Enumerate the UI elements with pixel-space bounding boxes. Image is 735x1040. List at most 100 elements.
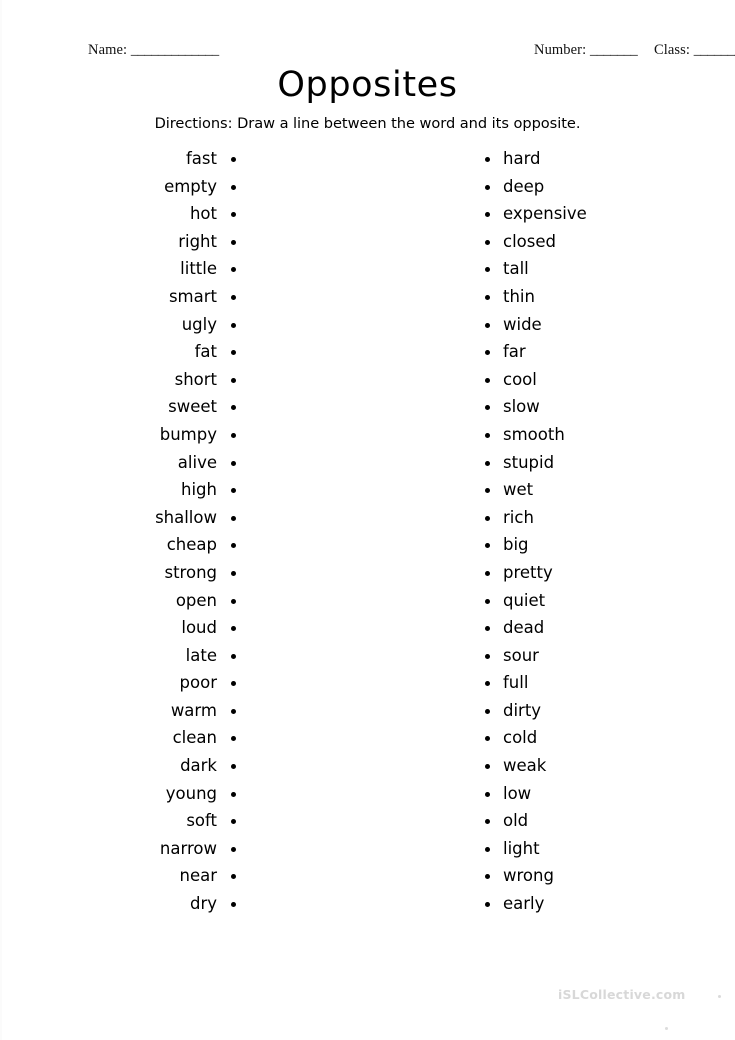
left-connector-dot-icon[interactable] bbox=[231, 846, 236, 852]
right-word[interactable]: light bbox=[503, 838, 703, 860]
right-word[interactable]: deep bbox=[503, 176, 703, 198]
right-word[interactable]: stupid bbox=[503, 452, 703, 474]
left-word[interactable]: young bbox=[60, 783, 217, 805]
left-connector-dot-icon[interactable] bbox=[231, 736, 236, 742]
right-word[interactable]: cool bbox=[503, 369, 703, 391]
left-word[interactable]: little bbox=[60, 258, 217, 280]
right-word[interactable]: full bbox=[503, 672, 703, 694]
left-word[interactable]: fat bbox=[60, 341, 217, 363]
left-connector-dot-icon[interactable] bbox=[231, 902, 236, 908]
left-connector-dot-icon[interactable] bbox=[231, 708, 236, 714]
right-connector-dot-icon[interactable] bbox=[485, 543, 490, 549]
right-word[interactable]: cold bbox=[503, 727, 703, 749]
left-word[interactable]: right bbox=[60, 231, 217, 253]
left-word[interactable]: high bbox=[60, 479, 217, 501]
left-connector-dot-icon[interactable] bbox=[231, 432, 236, 438]
right-word[interactable]: early bbox=[503, 893, 703, 915]
right-connector-dot-icon[interactable] bbox=[485, 460, 490, 466]
left-connector-dot-icon[interactable] bbox=[231, 184, 236, 190]
name-blank-line[interactable]: _____________ bbox=[131, 42, 219, 59]
left-word[interactable]: sweet bbox=[60, 396, 217, 418]
right-connector-dot-icon[interactable] bbox=[485, 294, 490, 300]
right-connector-dot-icon[interactable] bbox=[485, 874, 490, 880]
right-word[interactable]: wide bbox=[503, 314, 703, 336]
right-word[interactable]: dirty bbox=[503, 700, 703, 722]
left-connector-dot-icon[interactable] bbox=[231, 212, 236, 218]
right-connector-dot-icon[interactable] bbox=[485, 432, 490, 438]
left-connector-dot-icon[interactable] bbox=[231, 543, 236, 549]
right-word[interactable]: pretty bbox=[503, 562, 703, 584]
number-blank-line[interactable]: _______ bbox=[590, 42, 638, 59]
right-connector-dot-icon[interactable] bbox=[485, 515, 490, 521]
right-connector-dot-icon[interactable] bbox=[485, 626, 490, 632]
left-word[interactable]: cheap bbox=[60, 534, 217, 556]
number-field[interactable]: Number: _______ bbox=[534, 42, 638, 59]
right-connector-dot-icon[interactable] bbox=[485, 212, 490, 218]
left-word[interactable]: warm bbox=[60, 700, 217, 722]
right-connector-dot-icon[interactable] bbox=[485, 570, 490, 576]
left-connector-dot-icon[interactable] bbox=[231, 515, 236, 521]
right-connector-dot-icon[interactable] bbox=[485, 681, 490, 687]
left-word[interactable]: dark bbox=[60, 755, 217, 777]
right-word[interactable]: low bbox=[503, 783, 703, 805]
right-word[interactable]: big bbox=[503, 534, 703, 556]
right-word[interactable]: tall bbox=[503, 258, 703, 280]
left-connector-dot-icon[interactable] bbox=[231, 791, 236, 797]
right-connector-dot-icon[interactable] bbox=[485, 350, 490, 356]
right-connector-dot-icon[interactable] bbox=[485, 405, 490, 411]
left-connector-dot-icon[interactable] bbox=[231, 488, 236, 494]
right-word[interactable]: rich bbox=[503, 507, 703, 529]
right-word[interactable]: closed bbox=[503, 231, 703, 253]
left-word[interactable]: empty bbox=[60, 176, 217, 198]
left-word[interactable]: dry bbox=[60, 893, 217, 915]
right-word[interactable]: far bbox=[503, 341, 703, 363]
left-connector-dot-icon[interactable] bbox=[231, 570, 236, 576]
right-connector-dot-icon[interactable] bbox=[485, 184, 490, 190]
left-connector-dot-icon[interactable] bbox=[231, 598, 236, 604]
left-connector-dot-icon[interactable] bbox=[231, 377, 236, 383]
left-connector-dot-icon[interactable] bbox=[231, 405, 236, 411]
right-connector-dot-icon[interactable] bbox=[485, 846, 490, 852]
right-connector-dot-icon[interactable] bbox=[485, 708, 490, 714]
class-field[interactable]: Class: _______ bbox=[654, 42, 735, 59]
left-connector-dot-icon[interactable] bbox=[231, 681, 236, 687]
left-connector-dot-icon[interactable] bbox=[231, 350, 236, 356]
right-connector-dot-icon[interactable] bbox=[485, 736, 490, 742]
right-word[interactable]: sour bbox=[503, 645, 703, 667]
right-word[interactable]: quiet bbox=[503, 590, 703, 612]
left-word[interactable]: fast bbox=[60, 148, 217, 170]
right-word[interactable]: slow bbox=[503, 396, 703, 418]
left-connector-dot-icon[interactable] bbox=[231, 819, 236, 825]
left-word[interactable]: ugly bbox=[60, 314, 217, 336]
left-word[interactable]: soft bbox=[60, 810, 217, 832]
right-word[interactable]: wrong bbox=[503, 865, 703, 887]
right-word[interactable]: weak bbox=[503, 755, 703, 777]
left-word[interactable]: near bbox=[60, 865, 217, 887]
left-connector-dot-icon[interactable] bbox=[231, 874, 236, 880]
left-word[interactable]: shallow bbox=[60, 507, 217, 529]
right-word[interactable]: expensive bbox=[503, 203, 703, 225]
right-connector-dot-icon[interactable] bbox=[485, 377, 490, 383]
left-connector-dot-icon[interactable] bbox=[231, 294, 236, 300]
right-connector-dot-icon[interactable] bbox=[485, 322, 490, 328]
left-word[interactable]: late bbox=[60, 645, 217, 667]
right-connector-dot-icon[interactable] bbox=[485, 653, 490, 659]
right-word[interactable]: dead bbox=[503, 617, 703, 639]
left-connector-dot-icon[interactable] bbox=[231, 267, 236, 273]
left-word[interactable]: narrow bbox=[60, 838, 217, 860]
right-word[interactable]: smooth bbox=[503, 424, 703, 446]
left-connector-dot-icon[interactable] bbox=[231, 322, 236, 328]
right-connector-dot-icon[interactable] bbox=[485, 902, 490, 908]
right-connector-dot-icon[interactable] bbox=[485, 239, 490, 245]
left-word[interactable]: short bbox=[60, 369, 217, 391]
left-word[interactable]: loud bbox=[60, 617, 217, 639]
right-connector-dot-icon[interactable] bbox=[485, 764, 490, 770]
left-word[interactable]: open bbox=[60, 590, 217, 612]
left-word[interactable]: bumpy bbox=[60, 424, 217, 446]
left-connector-dot-icon[interactable] bbox=[231, 239, 236, 245]
left-word[interactable]: strong bbox=[60, 562, 217, 584]
right-connector-dot-icon[interactable] bbox=[485, 488, 490, 494]
right-connector-dot-icon[interactable] bbox=[485, 157, 490, 162]
left-connector-dot-icon[interactable] bbox=[231, 653, 236, 659]
right-word[interactable]: hard bbox=[503, 148, 703, 170]
